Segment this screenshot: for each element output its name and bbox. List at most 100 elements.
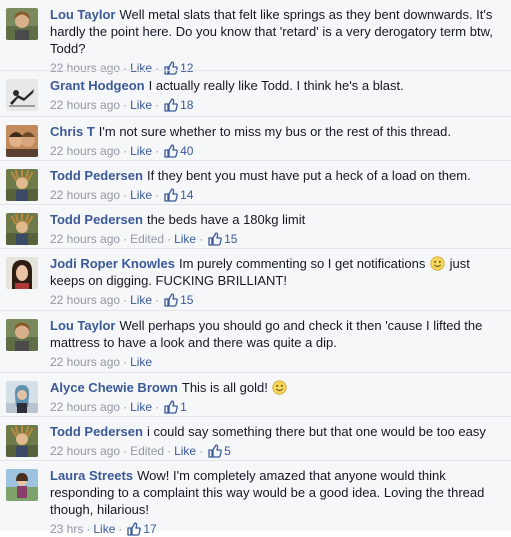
- comment-author[interactable]: Lou Taylor: [50, 318, 115, 333]
- avatar[interactable]: [6, 8, 38, 40]
- like-count[interactable]: 15: [224, 232, 237, 246]
- thumbs-up-icon[interactable]: [164, 293, 178, 307]
- comment-body: Laura Streets Wow! I'm completely amazed …: [50, 467, 503, 537]
- separator: ·: [86, 522, 91, 536]
- comment: Chris T I'm not sure whether to miss my b…: [0, 116, 511, 160]
- separator: ·: [123, 293, 128, 307]
- comment-author[interactable]: Jodi Roper Knowles: [50, 256, 175, 271]
- separator: ·: [199, 232, 204, 246]
- thumbs-up-icon[interactable]: [164, 188, 178, 202]
- like-button[interactable]: Like: [130, 355, 152, 369]
- thumbs-up-icon[interactable]: [164, 400, 178, 414]
- avatar[interactable]: [6, 381, 38, 413]
- avatar[interactable]: [6, 169, 38, 201]
- comment-author[interactable]: Chris T: [50, 124, 95, 139]
- separator: ·: [167, 444, 172, 458]
- comment-author[interactable]: Alyce Chewie Brown: [50, 380, 178, 395]
- like-count[interactable]: 14: [180, 188, 193, 202]
- comment-text: Im purely commenting so I get notificati…: [178, 256, 426, 271]
- comment-body: Todd Pedersen the beds have a 180kg limit…: [50, 211, 503, 247]
- separator: ·: [123, 355, 128, 369]
- smiley-icon: [430, 256, 445, 271]
- separator: ·: [118, 522, 123, 536]
- like-button[interactable]: Like: [93, 522, 115, 536]
- like-button[interactable]: Like: [174, 232, 196, 246]
- comment-body: Alyce Chewie Brown This is all gold! 22 h…: [50, 379, 503, 415]
- comment-time[interactable]: 23 hrs: [50, 522, 83, 536]
- comment-time[interactable]: 22 hours ago: [50, 444, 120, 458]
- like-count[interactable]: 40: [180, 144, 193, 158]
- comment-author[interactable]: Laura Streets: [50, 468, 133, 483]
- like-count[interactable]: 17: [143, 522, 156, 536]
- avatar[interactable]: [6, 319, 38, 351]
- separator: ·: [123, 400, 128, 414]
- comment: Lou Taylor Well perhaps you should go and…: [0, 310, 511, 372]
- comment-text: If they bent you must have put a heck of…: [146, 168, 471, 183]
- avatar[interactable]: [6, 469, 38, 501]
- like-button[interactable]: Like: [130, 400, 152, 414]
- edited-label[interactable]: Edited: [130, 444, 164, 458]
- comment-body: Todd Pedersen i could say something there…: [50, 423, 503, 459]
- like-button[interactable]: Like: [174, 444, 196, 458]
- avatar[interactable]: [6, 79, 38, 111]
- like-count[interactable]: 18: [180, 98, 193, 112]
- like-count[interactable]: 15: [180, 293, 193, 307]
- like-count[interactable]: 5: [224, 444, 231, 458]
- thumbs-up-icon[interactable]: [164, 144, 178, 158]
- avatar[interactable]: [6, 213, 38, 245]
- separator: ·: [155, 98, 160, 112]
- avatar[interactable]: [6, 425, 38, 457]
- comment-thread: Lou Taylor Well metal slats that felt lik…: [0, 0, 511, 536]
- avatar[interactable]: [6, 257, 38, 289]
- thumbs-up-icon[interactable]: [208, 232, 222, 246]
- avatar[interactable]: [6, 125, 38, 157]
- thumbs-up-icon[interactable]: [127, 522, 142, 536]
- comment-meta: 23 hrs · Like · 17: [50, 521, 503, 537]
- separator: ·: [167, 232, 172, 246]
- comment-time[interactable]: 22 hours ago: [50, 232, 120, 246]
- comment-time[interactable]: 22 hours ago: [50, 98, 120, 112]
- comment: Todd Pedersen If they bent you must have …: [0, 160, 511, 204]
- comment-body: Jodi Roper Knowles Im purely commenting s…: [50, 255, 503, 308]
- comment-author[interactable]: Todd Pedersen: [50, 424, 143, 439]
- comment-time[interactable]: 22 hours ago: [50, 144, 120, 158]
- thumbs-up-icon[interactable]: [164, 98, 178, 112]
- like-button[interactable]: Like: [130, 144, 152, 158]
- like-button[interactable]: Like: [130, 188, 152, 202]
- comment-time[interactable]: 22 hours ago: [50, 400, 120, 414]
- comment-meta: 22 hours ago · Like: [50, 354, 503, 370]
- edited-label[interactable]: Edited: [130, 232, 164, 246]
- comment: Todd Pedersen the beds have a 180kg limit…: [0, 204, 511, 248]
- comment-text: Well metal slats that felt like springs …: [50, 7, 493, 56]
- comment-text: i could say something there but that one…: [146, 424, 486, 439]
- comment-time[interactable]: 22 hours ago: [50, 355, 120, 369]
- comment-author[interactable]: Grant Hodgeon: [50, 78, 145, 93]
- thumbs-up-icon[interactable]: [208, 444, 222, 458]
- like-count[interactable]: 1: [180, 400, 187, 414]
- comment: Todd Pedersen i could say something there…: [0, 416, 511, 460]
- comment-time[interactable]: 22 hours ago: [50, 293, 120, 307]
- comment-meta: 22 hours ago · Like · 18: [50, 97, 503, 113]
- comment-body: Chris T I'm not sure whether to miss my b…: [50, 123, 503, 159]
- comment-body: Lou Taylor Well perhaps you should go and…: [50, 317, 503, 370]
- comment-text: I'm not sure whether to miss my bus or t…: [98, 124, 451, 139]
- separator: ·: [123, 144, 128, 158]
- comment-meta: 22 hours ago · Like · 40: [50, 143, 503, 159]
- comment-meta: 22 hours ago · Like · 15: [50, 292, 503, 308]
- comment-author[interactable]: Lou Taylor: [50, 7, 115, 22]
- comment-author[interactable]: Todd Pedersen: [50, 212, 143, 227]
- separator: ·: [155, 293, 160, 307]
- comment-author[interactable]: Todd Pedersen: [50, 168, 143, 183]
- comment-text: This is all gold!: [181, 380, 268, 395]
- like-button[interactable]: Like: [130, 293, 152, 307]
- comment-time[interactable]: 22 hours ago: [50, 188, 120, 202]
- comment: Grant Hodgeon I actually really like Todd…: [0, 70, 511, 116]
- smiley-icon: [272, 380, 288, 395]
- comment-text: I actually really like Todd. I think he'…: [148, 78, 404, 93]
- separator: ·: [199, 444, 204, 458]
- separator: ·: [123, 98, 128, 112]
- like-button[interactable]: Like: [130, 98, 152, 112]
- comment: Laura Streets Wow! I'm completely amazed …: [0, 460, 511, 536]
- comment-text: the beds have a 180kg limit: [146, 212, 306, 227]
- comment: Alyce Chewie Brown This is all gold! 22 h…: [0, 372, 511, 416]
